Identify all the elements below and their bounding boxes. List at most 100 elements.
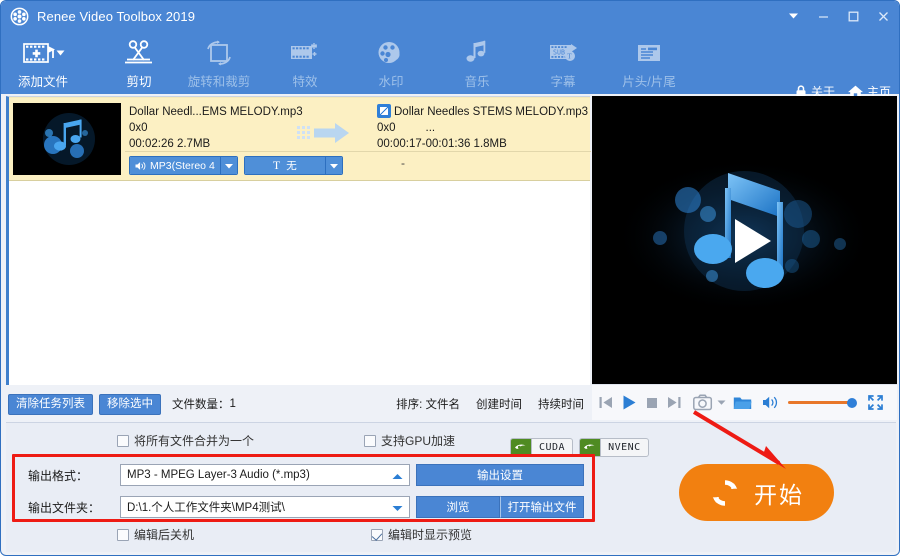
music-note-icon [464,38,490,68]
browse-button[interactable]: 浏览 [416,496,500,518]
track-selectors: MP3(Stereo 4 T 无 [129,156,343,175]
row-divider [125,151,591,152]
file-thumbnail [13,103,121,175]
show-preview-label: 编辑时显示预览 [388,528,473,542]
table-row[interactable]: Dollar Needl...EMS MELODY.mp3 0x0 00:02:… [9,97,592,181]
output-format-row: 输出格式： MP3 - MPEG Layer-3 Audio (*.mp3) 输… [28,464,584,486]
text-t-icon: T [272,158,281,172]
player-controls [592,384,897,420]
music-note-thumbnail [13,103,121,175]
sort-option-duration[interactable]: 持续时间 [538,396,584,412]
shutdown-after-edit-label: 编辑后关机 [134,528,195,542]
add-file-icon [20,38,66,68]
refresh-circular-icon [712,479,738,506]
ribbon-label-watermark: 水印 [378,75,404,89]
effects-film-icon [287,38,323,68]
fullscreen-button[interactable] [867,394,884,411]
ribbon-item-rotate-crop[interactable]: 旋转和裁剪 [173,35,265,93]
nvenc-badge-label: NVENC [608,442,641,453]
nvidia-icon [580,439,602,456]
target-ellipsis: ... [425,122,436,134]
ribbon-item-cut[interactable]: 剪切 [93,35,185,93]
output-format-combo[interactable]: MP3 - MPEG Layer-3 Audio (*.mp3) [120,464,410,486]
ribbon-item-effects[interactable]: 特效 [259,35,351,93]
stop-button[interactable] [645,396,659,410]
target-duration-size: 00:00:17-00:01:36 1.8MB [377,138,507,150]
ribbon-item-watermark[interactable]: 水印 [345,35,437,93]
file-list[interactable]: Dollar Needl...EMS MELODY.mp3 0x0 00:02:… [6,96,592,385]
sort-label: 排序: 文件名 [396,399,460,411]
menu-dropdown-button[interactable] [779,3,807,29]
start-button[interactable]: 开始 [679,464,834,521]
ribbon-item-add-file[interactable]: 添加文件 [1,35,89,93]
shutdown-after-edit-checkbox[interactable]: 编辑后关机 [117,526,194,543]
close-button[interactable] [869,3,897,29]
output-format-label: 输出格式： [28,468,89,483]
cuda-badge-label: CUDA [539,442,566,453]
open-output-folder-button[interactable]: 打开输出文件 [500,496,584,518]
subtitle-track-dropdown-arrow[interactable] [324,157,342,174]
window-controls [779,1,897,31]
volume-slider[interactable] [788,397,857,408]
target-file-info: Dollar Needles STEMS MELODY.mp3 0x0... 0… [377,104,592,152]
open-folder-button[interactable] [733,395,752,411]
show-preview-checkbox[interactable]: 编辑时显示预览 [371,526,472,543]
snapshot-button[interactable] [693,394,714,411]
minimize-button[interactable] [809,3,837,29]
output-folder-combo[interactable]: D:\1.个人工作文件夹\MP4测试\ [120,496,410,518]
file-count-label: 文件数量： [172,399,230,411]
volume-button[interactable] [762,395,779,410]
chevron-up-icon[interactable] [392,465,403,485]
remove-selected-button[interactable]: 移除选中 [99,393,161,415]
ribbon-item-subtitle[interactable]: SUB T 字幕 [517,35,609,93]
output-folder-label: 输出文件夹： [28,500,101,515]
maximize-button[interactable] [839,3,867,29]
sort-controls: 排序: 文件名 创建时间 持续时间 [396,396,584,412]
chevron-down-icon[interactable] [392,497,403,517]
film-reel-icon [10,7,29,25]
video-preview[interactable] [592,96,897,384]
subtitle-track-selector[interactable]: T 无 [243,156,343,175]
ribbon-item-intro-outro[interactable]: 片头/片尾 [603,35,695,93]
previous-button[interactable] [598,395,614,410]
audio-track-selector[interactable]: MP3(Stereo 4 [129,156,238,175]
sort-option-create-time[interactable]: 创建时间 [476,396,522,412]
file-count-value: 1 [229,398,236,410]
output-folder-value: D:\1.个人工作文件夹\MP4测试\ [127,502,285,514]
ribbon-label-effects: 特效 [292,75,318,89]
audio-track-dropdown-arrow[interactable] [219,157,237,174]
row-extra-value: - [401,156,405,170]
merge-all-files-label: 将所有文件合并为一个 [134,434,255,448]
output-folder-row: 输出文件夹： D:\1.个人工作文件夹\MP4测试\ 浏览 打开输出文件 [28,496,584,518]
list-toolbar: 清除任务列表 移除选中 文件数量： 1 排序: 文件名 创建时间 持续时间 [6,389,590,419]
clear-task-list-button[interactable]: 清除任务列表 [8,393,93,415]
preview-placeholder-image [592,96,897,384]
watermark-icon [375,38,407,68]
source-file-name: Dollar Needl...EMS MELODY.mp3 [129,106,303,118]
ribbon-label-add-file: 添加文件 [17,75,68,89]
snapshot-dropdown[interactable] [717,399,726,406]
svg-text:T: T [567,52,572,61]
ribbon-item-music[interactable]: 音乐 [431,35,523,93]
speaker-icon [135,161,146,170]
next-button[interactable] [666,395,682,410]
nvenc-badge[interactable]: NVENC [579,438,649,457]
subtitle-icon: SUB T [546,38,580,68]
ribbon-label-intro-outro: 片头/片尾 [622,75,676,89]
gpu-badges: CUDA NVENC [510,438,649,457]
merge-all-files-checkbox[interactable]: 将所有文件合并为一个 [117,432,254,449]
play-button[interactable] [621,394,638,411]
gpu-accel-checkbox[interactable]: 支持GPU加速 [364,432,455,449]
subtitle-track-value: 无 [286,160,297,172]
nvidia-icon [511,439,532,456]
audio-track-value: MP3(Stereo 4 [150,159,215,172]
start-button-label: 开始 [754,481,804,508]
ribbon-label-cut: 剪切 [126,75,152,89]
output-settings-button[interactable]: 输出设置 [416,464,584,486]
volume-slider-knob[interactable] [847,397,857,408]
edit-pencil-icon[interactable] [377,104,391,118]
cuda-badge[interactable]: CUDA [510,438,574,457]
show-preview-checkbox-box [371,528,383,541]
ribbon-label-rotate-crop: 旋转和裁剪 [187,75,251,89]
subtitle-track-value-wrap: T 无 [244,157,325,174]
